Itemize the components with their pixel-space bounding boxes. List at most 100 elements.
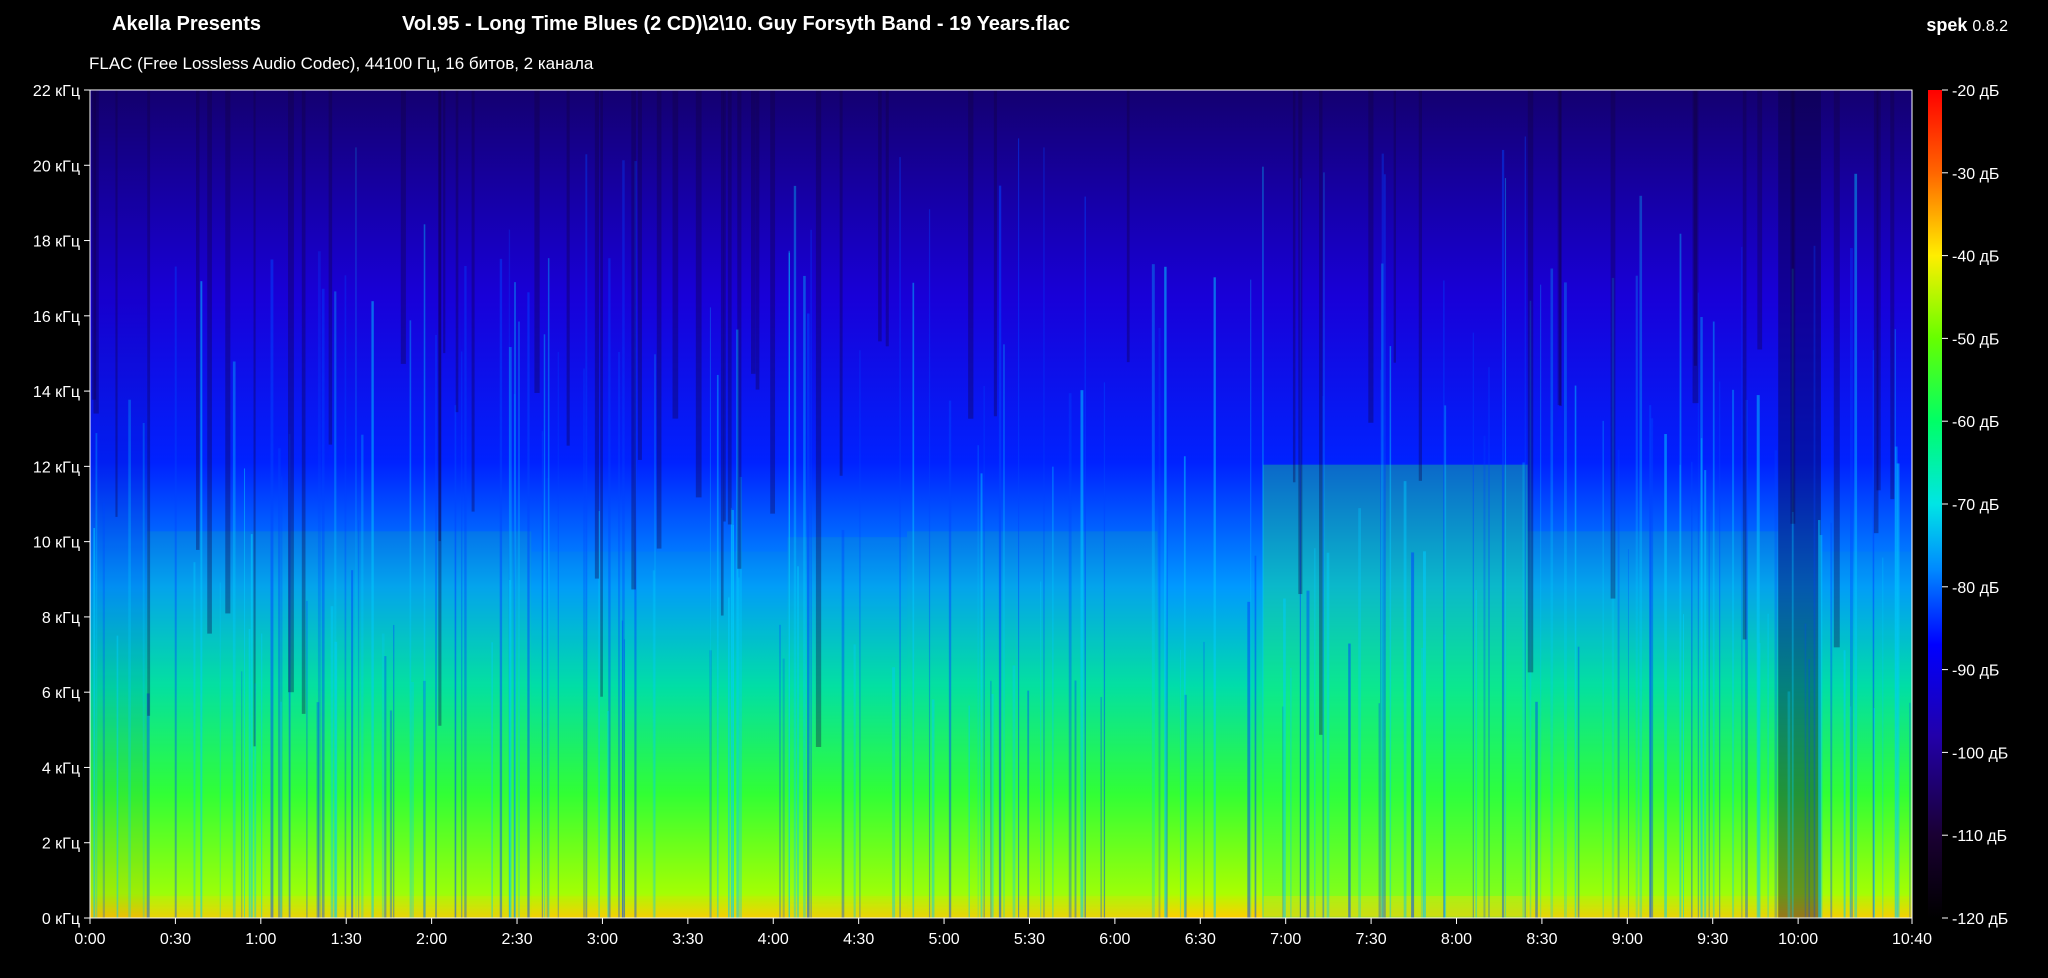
transient-streak — [912, 282, 915, 918]
transient-streak — [1894, 329, 1896, 919]
quiet-streak — [1527, 90, 1534, 673]
y-tick-label: 4 кГц — [42, 760, 80, 777]
transient-streak — [1808, 659, 1811, 918]
transient-streak — [1550, 268, 1554, 918]
transient-streak — [793, 185, 797, 919]
y-tick-label: 14 кГц — [33, 384, 80, 401]
transient-streak — [980, 473, 983, 918]
spectrogram-segment — [531, 551, 788, 918]
transient-streak — [1184, 694, 1187, 918]
bass-band — [531, 896, 788, 916]
transient-streak — [782, 658, 785, 918]
transient-streak — [1574, 385, 1577, 918]
transient-streak — [1378, 703, 1381, 918]
transient-streak — [1649, 405, 1652, 919]
colorbar-tick-label: -20 дБ — [1952, 83, 1999, 100]
loud-band — [907, 531, 1158, 918]
transient-streak — [991, 693, 994, 918]
transient-streak — [931, 699, 935, 918]
transient-streak — [1389, 346, 1392, 918]
quiet-streak — [968, 90, 974, 419]
transient-streak — [1290, 667, 1292, 918]
loud-band — [1262, 464, 1528, 918]
spectrogram-segment — [1157, 896, 1263, 916]
loud-band — [531, 551, 788, 918]
quiet-streak — [1292, 90, 1296, 483]
quiet-streak — [1418, 90, 1422, 481]
transient-streak — [306, 600, 308, 918]
x-tick-label: 9:30 — [1697, 931, 1728, 948]
transient-streak — [393, 624, 395, 918]
transient-streak — [174, 266, 177, 918]
transient-streak — [1854, 173, 1858, 919]
transient-streak — [518, 321, 520, 919]
y-tick-label: 22 кГц — [33, 83, 80, 100]
transient-streak — [1540, 284, 1542, 919]
transient-streak — [200, 281, 203, 918]
transient-streak — [1084, 196, 1086, 919]
transient-streak — [1617, 449, 1620, 918]
quiet-streak — [751, 90, 756, 374]
x-tick-label: 5:00 — [928, 931, 959, 948]
transient-streak — [585, 154, 588, 918]
colorbar-axis: -20 дБ -30 дБ -40 дБ -50 дБ -60 дБ -70 дБ -80 … — [1942, 83, 2008, 928]
transient-streak — [128, 399, 131, 918]
quiet-streak — [115, 90, 118, 517]
transient-streak — [116, 635, 119, 918]
transient-streak — [1882, 557, 1884, 918]
bass-band — [1262, 896, 1528, 916]
colorbar-tick-label: -30 дБ — [1952, 166, 1999, 183]
colorbar — [1928, 90, 1942, 918]
quiet-streak — [755, 90, 760, 390]
quiet-streak — [594, 90, 599, 579]
transient-streak — [1326, 552, 1330, 918]
transient-streak — [1602, 420, 1604, 918]
transient-streak — [1381, 263, 1384, 918]
colorbar-tick-label: -40 дБ — [1952, 249, 1999, 266]
transient-streak — [654, 354, 656, 918]
transient-streak — [1664, 434, 1667, 918]
transient-streak — [797, 566, 799, 918]
quiet-streak — [400, 90, 406, 364]
transient-streak — [1708, 511, 1710, 918]
transient-streak — [1040, 581, 1042, 918]
transient-streak — [1873, 708, 1875, 918]
transient-streak — [384, 656, 387, 918]
transient-streak — [454, 405, 457, 918]
transient-streak — [1164, 266, 1167, 918]
transient-streak — [321, 288, 325, 919]
transient-streak — [351, 570, 354, 918]
transient-streak — [557, 351, 559, 918]
quiet-streak — [1319, 90, 1323, 735]
transient-streak — [1767, 613, 1769, 918]
transient-streak — [968, 705, 970, 918]
quiet-streak — [301, 90, 306, 714]
quiet-streak — [1833, 90, 1840, 648]
quiet-streak — [672, 90, 679, 419]
transient-streak — [1314, 548, 1316, 918]
quiet-streak — [727, 90, 732, 525]
quiet-streak — [1890, 90, 1895, 500]
quiet-streak — [1126, 90, 1130, 363]
transient-streak — [1488, 367, 1490, 918]
x-tick-label: 8:30 — [1526, 931, 1557, 948]
transient-streak — [990, 680, 992, 918]
spectrogram-segment — [1262, 464, 1528, 918]
transient-streak — [709, 307, 711, 919]
transient-streak — [142, 422, 145, 918]
quiet-streak — [600, 90, 603, 697]
transient-streak — [1380, 369, 1382, 918]
y-tick-label: 6 кГц — [42, 685, 80, 702]
transient-streak — [622, 160, 625, 918]
transient-streak — [1704, 470, 1707, 918]
x-tick-label: 10:00 — [1778, 931, 1818, 948]
y-axis: 0 кГц 2 кГц 4 кГц 6 кГц 8 кГц 10 кГц 12 кГц 14 … — [33, 83, 90, 928]
y-tick-label: 16 кГц — [33, 309, 80, 326]
transient-streak — [422, 680, 426, 918]
transient-streak — [270, 259, 274, 918]
quiet-streak — [885, 90, 889, 347]
transient-streak — [788, 250, 791, 918]
transient-streak — [1158, 327, 1161, 918]
transient-streak — [1524, 136, 1526, 918]
quiet-streak — [288, 90, 294, 693]
